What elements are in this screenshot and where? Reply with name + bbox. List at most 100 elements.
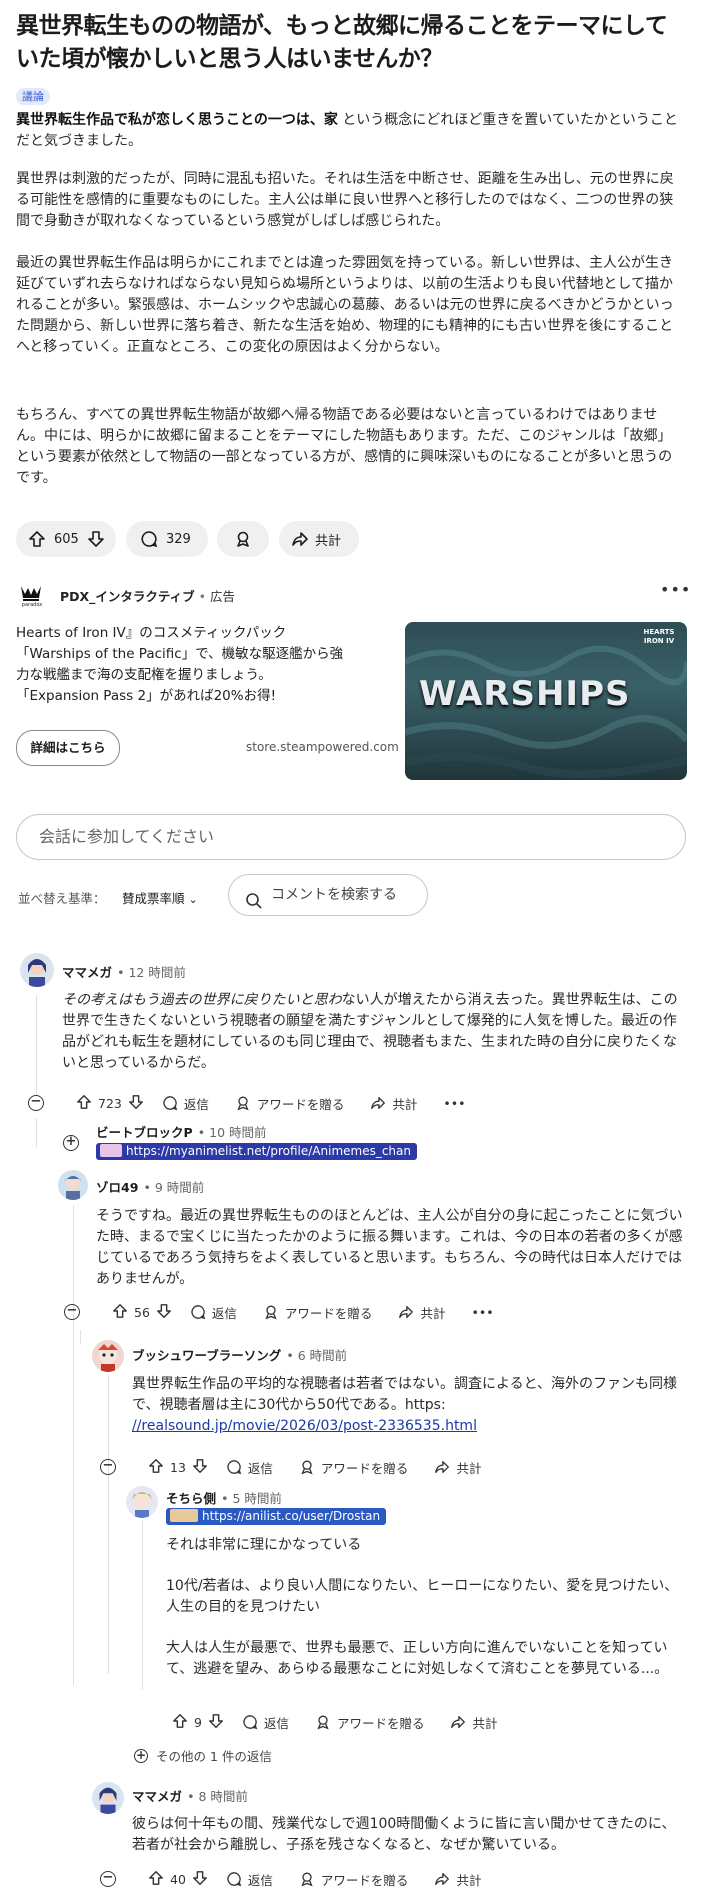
share-button[interactable]: 共計 [434, 1870, 481, 1889]
sort-dropdown[interactable]: 賛成票率順 ⌄ [122, 888, 198, 907]
avatar[interactable] [92, 1782, 124, 1814]
comment-actions: − 13 返信 アワードを贈る 共計 [100, 1453, 507, 1481]
reply-label: 返信 [263, 1715, 289, 1731]
award-button[interactable] [217, 521, 269, 557]
comment-body: 大人は人生が最悪で、世界も最悪で、正しい方向に進んでいないことを知っていて、逃避… [166, 1640, 669, 1677]
avatar[interactable] [126, 1486, 158, 1518]
comment-time: 6 時間前 [297, 1348, 348, 1363]
comment-body: その考えはもう過去の世界に戻りたいと思わない人が増えたから消え去った。異世界転生… [62, 990, 684, 1074]
downvote-icon[interactable] [87, 530, 105, 548]
advertiser-name[interactable]: PDX_インタラクティブ [60, 589, 195, 604]
plus-icon: + [134, 1747, 148, 1763]
comment-link[interactable]: //realsound.jp/movie/2026/03/post-233653… [132, 1418, 477, 1434]
award-button[interactable]: アワードを贈る [315, 1713, 424, 1732]
downvote-icon[interactable] [156, 1303, 172, 1322]
upvote-icon[interactable] [172, 1713, 188, 1732]
comment-search-input[interactable]: コメントを検索する [228, 874, 428, 916]
user-flair-text: https://myanimelist.net/profile/Animemes… [126, 1144, 411, 1158]
downvote-icon[interactable] [128, 1094, 144, 1113]
comments-button[interactable]: 329 [126, 521, 208, 557]
user-flair-text: https://anilist.co/user/Drostan [202, 1509, 381, 1523]
comment-username[interactable]: ゾロ49 [96, 1180, 138, 1195]
post-vote-count: 605 [54, 531, 79, 547]
share-button[interactable]: 共計 [450, 1713, 498, 1732]
share-label: 共計 [456, 1872, 482, 1888]
comment-username[interactable]: ママメガ [62, 965, 112, 980]
join-conversation-input[interactable]: 会話に参加してください [16, 814, 686, 860]
more-replies-link[interactable]: + その他の 1 件の返信 [134, 1746, 272, 1765]
comment-username[interactable]: ビートブロックP [96, 1125, 193, 1140]
comment-time: 8 時間前 [198, 1789, 248, 1804]
comment-time: 5 時間前 [232, 1491, 282, 1506]
comment-time: 12 時間前 [128, 965, 186, 980]
award-icon [234, 530, 252, 548]
comment-search-placeholder: コメントを検索する [271, 887, 397, 903]
search-icon [245, 886, 263, 926]
expand-button[interactable]: + [63, 1135, 79, 1151]
upvote-icon[interactable] [28, 530, 46, 548]
collapse-button[interactable]: − [100, 1871, 116, 1887]
reply-button[interactable]: 返信 [162, 1094, 209, 1113]
comment-username[interactable]: ママメガ [132, 1789, 182, 1804]
ad-image[interactable]: WARSHIPS HEARTS IRON IV [405, 622, 687, 780]
comment-body: そうですね。最近の異世界転生もののほとんどは、主人公が自分の身に起こったことに気… [96, 1208, 683, 1287]
reply-button[interactable]: 返信 [226, 1458, 273, 1477]
share-button[interactable]: 共計 [434, 1458, 481, 1477]
award-button[interactable]: アワードを贈る [263, 1303, 372, 1322]
upvote-icon[interactable] [148, 1870, 164, 1889]
reply-icon [191, 1305, 206, 1320]
reply-icon [243, 1715, 258, 1730]
avatar[interactable] [92, 1340, 124, 1372]
share-button[interactable]: 共計 [398, 1303, 445, 1322]
thread-line [108, 1374, 109, 1674]
reply-button[interactable]: 返信 [226, 1870, 273, 1889]
comment-header: ブッシュワーブラーソング • 6 時間前 [132, 1348, 348, 1363]
collapse-button[interactable]: − [100, 1459, 116, 1475]
ad-copy-line: 「Expansion Pass 2」があれば20%お得! [16, 688, 276, 704]
award-button[interactable]: アワードを贈る [299, 1458, 409, 1477]
downvote-icon[interactable] [208, 1713, 224, 1732]
post-flair[interactable]: 議論 [16, 88, 50, 105]
ad-more-icon[interactable]: ••• [660, 580, 691, 599]
minus-icon: − [100, 1871, 116, 1887]
advertiser-logo[interactable]: paradox [18, 580, 44, 608]
reply-button[interactable]: 返信 [242, 1713, 289, 1732]
ad-learn-more-button[interactable]: 詳細はこちら [16, 730, 120, 766]
award-button[interactable]: アワードを贈る [235, 1094, 344, 1113]
post-title: 異世界転生ものの物語が、もっと故郷に帰ることをテーマにしていた頃が懐かしいと思う… [16, 13, 668, 72]
ad-copy-line: 力な戦艦まで海の支配権を握りましょう。 [16, 667, 272, 683]
ad-url[interactable]: store.steampowered.com [246, 740, 399, 754]
user-flair[interactable]: https://myanimelist.net/profile/Animemes… [96, 1143, 417, 1160]
award-label: アワードを贈る [320, 1460, 409, 1476]
reply-button[interactable]: 返信 [190, 1303, 237, 1322]
share-icon [399, 1306, 414, 1318]
avatar[interactable] [58, 1170, 88, 1200]
ad-image-badge: HEARTS IRON IV [643, 628, 675, 645]
share-button[interactable]: 共計 [279, 521, 359, 557]
comment-username[interactable]: そちら側 [166, 1491, 216, 1506]
more-icon[interactable]: ••• [471, 1305, 493, 1320]
collapse-button[interactable]: − [64, 1304, 80, 1320]
collapse-button[interactable]: − [28, 1095, 44, 1111]
comment-body: 10代/若者は、より良い人間になりたい、ヒーローになりたい、愛を見つけたい、人生… [166, 1578, 679, 1615]
upvote-icon[interactable] [76, 1094, 92, 1113]
share-button[interactable]: 共計 [370, 1094, 417, 1113]
more-icon[interactable]: ••• [443, 1096, 465, 1111]
downvote-icon[interactable] [192, 1870, 208, 1889]
share-label: 共計 [456, 1460, 482, 1476]
comment-username[interactable]: ブッシュワーブラーソング [132, 1348, 281, 1363]
user-flair[interactable]: https://anilist.co/user/Drostan [166, 1508, 387, 1525]
comment-body: 彼らは何十年もの間、残業代なしで週100時間働くように皆に言い聞かせてきたのに、… [132, 1816, 676, 1853]
comment-time: 9 時間前 [154, 1180, 205, 1195]
comment-votes: 9 [194, 1714, 202, 1730]
comment-header: ビートブロックP • 10 時間前 [96, 1125, 267, 1140]
award-icon [301, 1460, 313, 1475]
advertiser-logo-text: paradox [21, 602, 43, 608]
post-body-p3: 最近の異世界転生作品は明らかにこれまでとは違った雰囲気を持っている。新しい世界は… [16, 255, 674, 355]
comment-votes: 56 [134, 1304, 150, 1320]
avatar[interactable] [20, 953, 54, 987]
award-button[interactable]: アワードを贈る [299, 1870, 408, 1889]
downvote-icon[interactable] [192, 1458, 208, 1477]
upvote-icon[interactable] [112, 1303, 128, 1322]
upvote-icon[interactable] [148, 1458, 164, 1477]
